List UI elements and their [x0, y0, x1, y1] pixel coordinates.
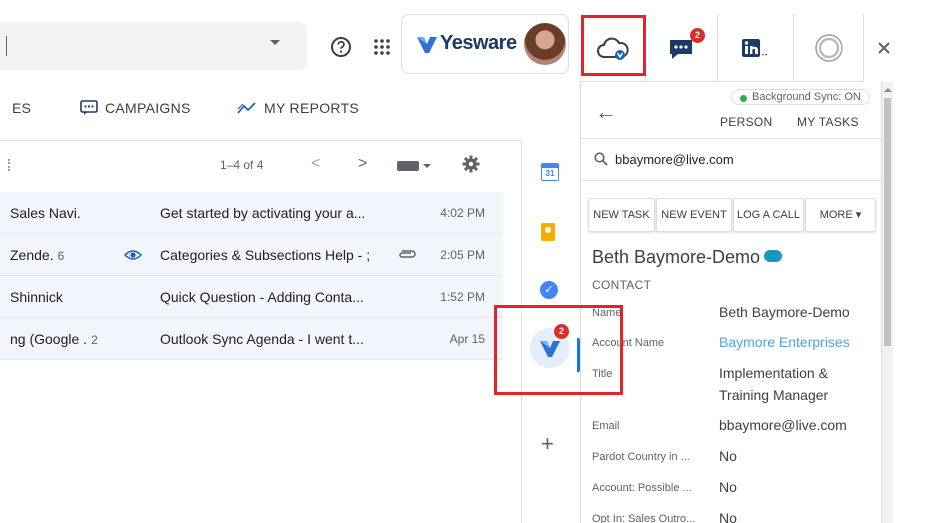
apps-grid-icon[interactable]: [372, 37, 392, 57]
background-sync-status: Background Sync: ON: [731, 89, 870, 105]
more-actions-button[interactable]: MORE ▾: [805, 198, 876, 232]
field-value-account-possible: No: [719, 479, 737, 495]
contact-name-heading: Beth Baymore-Demo: [592, 247, 783, 268]
email-subject: Outlook Sync Agenda - I went t...: [160, 331, 364, 347]
record-type-label: CONTACT: [592, 278, 652, 292]
tracking-eye-icon: [124, 250, 142, 260]
tab-person[interactable]: PERSON: [720, 115, 772, 129]
next-page-button[interactable]: >: [358, 155, 367, 173]
tasks-check-icon[interactable]: ✓: [540, 281, 558, 299]
email-sender: Sales Navi.: [10, 205, 81, 221]
email-list: Sales Navi. Get started by activating yo…: [0, 192, 503, 360]
nav-item-my-reports[interactable]: MY REPORTS: [237, 100, 359, 116]
search-options-dropdown-icon[interactable]: [270, 40, 280, 45]
field-value-opt-in: No: [719, 510, 737, 523]
close-icon: [878, 42, 890, 54]
previous-page-button[interactable]: <: [311, 155, 320, 173]
email-sender: ng (Google .2: [10, 331, 98, 347]
search-bar[interactable]: [0, 22, 307, 70]
search-icon: [594, 152, 608, 166]
new-event-button[interactable]: NEW EVENT: [656, 198, 732, 232]
search-text-caret: [6, 36, 7, 56]
tab-circle-addon[interactable]: [794, 14, 864, 82]
email-sender: Shinnick: [10, 289, 63, 305]
email-time: Apr 15: [449, 332, 485, 346]
email-sender: Zende. 6: [10, 247, 65, 263]
tab-linkedin[interactable]: [718, 14, 794, 82]
close-panel-button[interactable]: [864, 14, 904, 82]
settings-gear-icon[interactable]: [462, 155, 480, 173]
yesware-logo-icon: [417, 37, 437, 53]
keyboard-input-icon[interactable]: [397, 161, 419, 171]
tab-messages[interactable]: 2: [646, 14, 718, 82]
select-all-checkbox-edge[interactable]: [8, 159, 10, 171]
scrollbar-thumb[interactable]: [884, 98, 891, 346]
highlight-box-cloud-tab: [581, 15, 646, 76]
back-arrow-icon[interactable]: ←: [595, 99, 617, 125]
field-value-title-line2: Training Manager: [719, 387, 829, 403]
reports-trend-icon: [237, 102, 256, 114]
email-subject: Quick Question - Adding Conta...: [160, 289, 364, 305]
email-row[interactable]: Sales Navi. Get started by activating yo…: [0, 192, 503, 234]
field-value-title-line1: Implementation &: [719, 365, 828, 381]
contact-panel: Background Sync: ON ← PERSON MY TASKS bb…: [580, 82, 882, 523]
field-label-pardot-country: Pardot Country in ...: [592, 451, 690, 463]
campaigns-icon: [80, 100, 98, 115]
highlight-box-yesware-addon: [494, 305, 623, 395]
contact-search-input[interactable]: bbaymore@live.com: [615, 152, 734, 167]
field-label-email: Email: [592, 420, 620, 432]
get-addons-plus-icon[interactable]: +: [541, 431, 554, 457]
calendar-icon[interactable]: 31: [541, 163, 559, 181]
user-avatar[interactable]: [524, 23, 566, 65]
email-time: 4:02 PM: [440, 206, 485, 220]
email-time: 2:05 PM: [440, 248, 485, 262]
input-tools-dropdown-icon[interactable]: [423, 164, 431, 168]
tab-my-tasks[interactable]: MY TASKS: [797, 115, 859, 129]
panel-scrollbar[interactable]: [882, 82, 893, 523]
panel-divider: [581, 138, 881, 139]
field-label-opt-in: Opt In: Sales Outro...: [592, 513, 696, 523]
pagination-count: 1–4 of 4: [220, 158, 264, 172]
nav-item-partial[interactable]: ES: [12, 100, 31, 116]
field-value-pardot-country: No: [719, 448, 737, 464]
messages-count-badge: 2: [690, 28, 705, 43]
nav-reports-label: MY REPORTS: [264, 100, 360, 116]
field-value-email: bbaymore@live.com: [719, 417, 847, 433]
field-label-account-possible: Account: Possible ...: [592, 482, 692, 494]
yesware-brand-text: Yesware: [440, 32, 517, 54]
nav-campaigns-label: CAMPAIGNS: [105, 100, 191, 116]
log-a-call-button[interactable]: LOG A CALL: [733, 198, 804, 232]
panel-divider: [581, 180, 881, 181]
scroll-up-arrow-icon[interactable]: [884, 88, 892, 92]
attachment-icon: [399, 250, 416, 258]
linkedin-icon: [741, 38, 767, 57]
email-row[interactable]: ng (Google .2 Outlook Sync Agenda - I we…: [0, 318, 503, 360]
nav-item-campaigns[interactable]: CAMPAIGNS: [80, 100, 191, 116]
field-value-name: Beth Baymore-Demo: [719, 304, 850, 320]
email-subject: Get started by activating your a...: [160, 205, 366, 221]
email-row[interactable]: Zende. 6 Categories & Subsections Help - …: [0, 234, 503, 276]
keep-notes-icon[interactable]: [541, 223, 555, 241]
email-time: 1:52 PM: [440, 290, 485, 304]
email-subject: Categories & Subsections Help - ;: [160, 247, 371, 263]
account-name-link[interactable]: Baymore Enterprises: [719, 331, 850, 353]
nav-divider: [0, 140, 521, 141]
ring-icon: [814, 33, 843, 62]
help-icon[interactable]: [330, 36, 352, 58]
salesforce-cloud-icon: [764, 250, 783, 263]
yesware-account-box[interactable]: Yesware: [401, 14, 569, 74]
new-task-button[interactable]: NEW TASK: [588, 198, 655, 232]
email-row[interactable]: Shinnick Quick Question - Adding Conta..…: [0, 276, 503, 318]
